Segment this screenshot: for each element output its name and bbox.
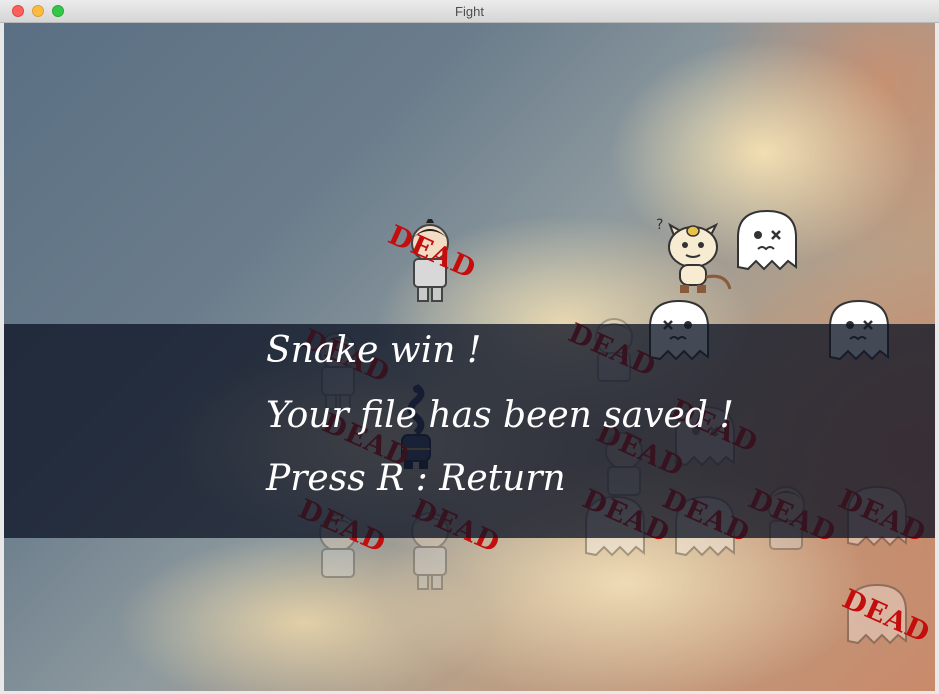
window-title: Fight bbox=[455, 4, 484, 19]
game-window: Fight DEAD ? DEAD Snake win ! Your file … bbox=[0, 0, 939, 694]
cat-sprite: ? bbox=[656, 217, 732, 293]
winner-message: Snake win ! bbox=[266, 330, 482, 371]
return-hint: Press R : Return bbox=[266, 458, 566, 499]
save-message: Your file has been saved ! bbox=[266, 395, 734, 436]
title-bar: Fight bbox=[0, 0, 939, 23]
svg-text:?: ? bbox=[656, 217, 663, 233]
ghost-sprite bbox=[737, 209, 797, 271]
